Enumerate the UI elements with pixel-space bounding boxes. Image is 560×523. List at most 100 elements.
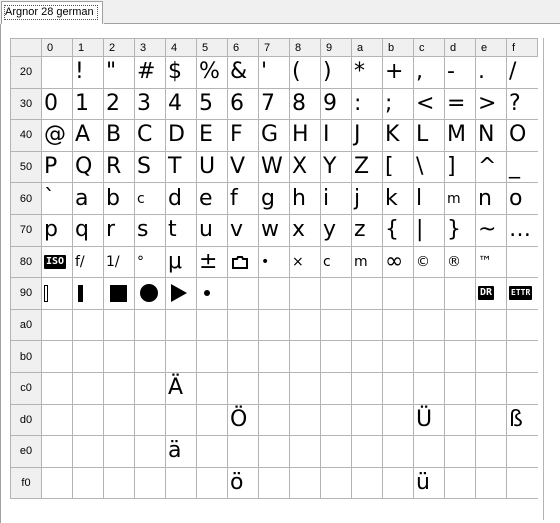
glyph-cell[interactable]: C	[134, 119, 166, 152]
glyph-cell[interactable]	[258, 435, 290, 468]
glyph-cell[interactable]	[444, 308, 476, 342]
glyph-cell[interactable]	[196, 403, 228, 437]
glyph-cell[interactable]: n	[475, 182, 507, 215]
glyph-cell[interactable]	[227, 340, 259, 373]
glyph-cell[interactable]: I	[320, 119, 352, 152]
glyph-cell[interactable]: H	[289, 119, 321, 152]
glyph-cell[interactable]	[351, 340, 383, 373]
glyph-cell[interactable]: Ä	[165, 371, 197, 405]
glyph-cell[interactable]	[134, 435, 166, 468]
glyph-cell[interactable]: z	[351, 213, 383, 247]
glyph-cell[interactable]: i	[320, 182, 352, 215]
glyph-cell[interactable]: t	[165, 213, 197, 247]
glyph-cell[interactable]	[134, 277, 166, 310]
glyph-cell[interactable]	[382, 435, 414, 468]
glyph-cell[interactable]	[475, 340, 507, 373]
glyph-cell[interactable]: E	[196, 119, 228, 152]
glyph-cell[interactable]	[227, 371, 259, 405]
glyph-cell[interactable]	[351, 403, 383, 437]
glyph-cell[interactable]: $	[165, 56, 197, 89]
glyph-cell[interactable]	[41, 466, 73, 500]
glyph-cell[interactable]	[258, 277, 290, 310]
glyph-cell[interactable]: m	[351, 245, 383, 279]
glyph-cell[interactable]: u	[196, 213, 228, 247]
glyph-cell[interactable]	[413, 371, 445, 405]
glyph-cell[interactable]	[165, 277, 197, 310]
glyph-cell[interactable]	[165, 403, 197, 437]
glyph-cell[interactable]	[165, 308, 197, 342]
glyph-cell[interactable]: [	[382, 150, 414, 184]
glyph-cell[interactable]: s	[134, 213, 166, 247]
glyph-cell[interactable]	[41, 371, 73, 405]
glyph-cell[interactable]: Y	[320, 150, 352, 184]
glyph-cell[interactable]: \	[413, 150, 445, 184]
glyph-cell[interactable]	[351, 435, 383, 468]
glyph-cell[interactable]	[103, 466, 135, 500]
glyph-cell[interactable]	[320, 435, 352, 468]
glyph-cell[interactable]: 0	[41, 87, 73, 121]
glyph-cell[interactable]: °	[134, 245, 166, 279]
glyph-cell[interactable]: c	[134, 182, 166, 215]
glyph-cell[interactable]	[444, 340, 476, 373]
glyph-cell[interactable]	[413, 435, 445, 468]
glyph-cell[interactable]: '	[258, 56, 290, 89]
glyph-cell[interactable]: |	[413, 213, 445, 247]
glyph-cell[interactable]: O	[506, 119, 538, 152]
glyph-cell[interactable]	[196, 277, 228, 310]
glyph-cell[interactable]	[134, 340, 166, 373]
glyph-cell[interactable]: ä	[165, 435, 197, 468]
glyph-cell[interactable]: G	[258, 119, 290, 152]
glyph-cell[interactable]: μ	[165, 245, 197, 279]
glyph-cell[interactable]	[103, 403, 135, 437]
glyph-cell[interactable]: ^	[475, 150, 507, 184]
glyph-cell[interactable]: m	[444, 182, 476, 215]
glyph-cell[interactable]	[72, 435, 104, 468]
glyph-cell[interactable]: <	[413, 87, 445, 121]
glyph-cell[interactable]	[382, 466, 414, 500]
glyph-cell[interactable]	[320, 403, 352, 437]
glyph-cell[interactable]	[289, 403, 321, 437]
glyph-cell[interactable]: ~	[475, 213, 507, 247]
glyph-cell[interactable]: Q	[72, 150, 104, 184]
glyph-cell[interactable]: ö	[227, 466, 259, 500]
glyph-cell[interactable]: (	[289, 56, 321, 89]
glyph-cell[interactable]	[72, 371, 104, 405]
glyph-cell[interactable]: }	[444, 213, 476, 247]
glyph-cell[interactable]: 8	[289, 87, 321, 121]
glyph-cell[interactable]	[475, 466, 507, 500]
glyph-cell[interactable]	[475, 403, 507, 437]
glyph-cell[interactable]: g	[258, 182, 290, 215]
glyph-cell[interactable]: F	[227, 119, 259, 152]
glyph-cell[interactable]	[351, 466, 383, 500]
glyph-cell[interactable]	[103, 435, 135, 468]
glyph-cell[interactable]	[351, 371, 383, 405]
glyph-cell[interactable]: =	[444, 87, 476, 121]
glyph-cell[interactable]	[444, 435, 476, 468]
glyph-cell[interactable]	[41, 308, 73, 342]
glyph-cell[interactable]	[351, 308, 383, 342]
glyph-cell[interactable]	[196, 466, 228, 500]
tab-font[interactable]: Argnor 28 german	[1, 1, 103, 24]
glyph-cell[interactable]	[196, 340, 228, 373]
glyph-cell[interactable]	[444, 466, 476, 500]
glyph-cell[interactable]	[196, 371, 228, 405]
glyph-cell[interactable]: 7	[258, 87, 290, 121]
glyph-cell[interactable]	[103, 308, 135, 342]
glyph-cell[interactable]: ©	[413, 245, 445, 279]
glyph-cell[interactable]: 6	[227, 87, 259, 121]
glyph-cell[interactable]	[258, 403, 290, 437]
glyph-cell[interactable]	[258, 466, 290, 500]
glyph-cell[interactable]	[72, 308, 104, 342]
glyph-cell[interactable]: Z	[351, 150, 383, 184]
glyph-cell[interactable]	[289, 308, 321, 342]
glyph-cell[interactable]: ™	[475, 245, 507, 279]
glyph-cell[interactable]: q	[72, 213, 104, 247]
glyph-cell[interactable]	[382, 277, 414, 310]
glyph-cell[interactable]	[506, 340, 538, 373]
glyph-cell[interactable]: ü	[413, 466, 445, 500]
glyph-cell[interactable]: 1	[72, 87, 104, 121]
glyph-cell[interactable]: >	[475, 87, 507, 121]
glyph-cell[interactable]	[506, 466, 538, 500]
glyph-cell[interactable]	[289, 435, 321, 468]
glyph-cell[interactable]	[382, 371, 414, 405]
